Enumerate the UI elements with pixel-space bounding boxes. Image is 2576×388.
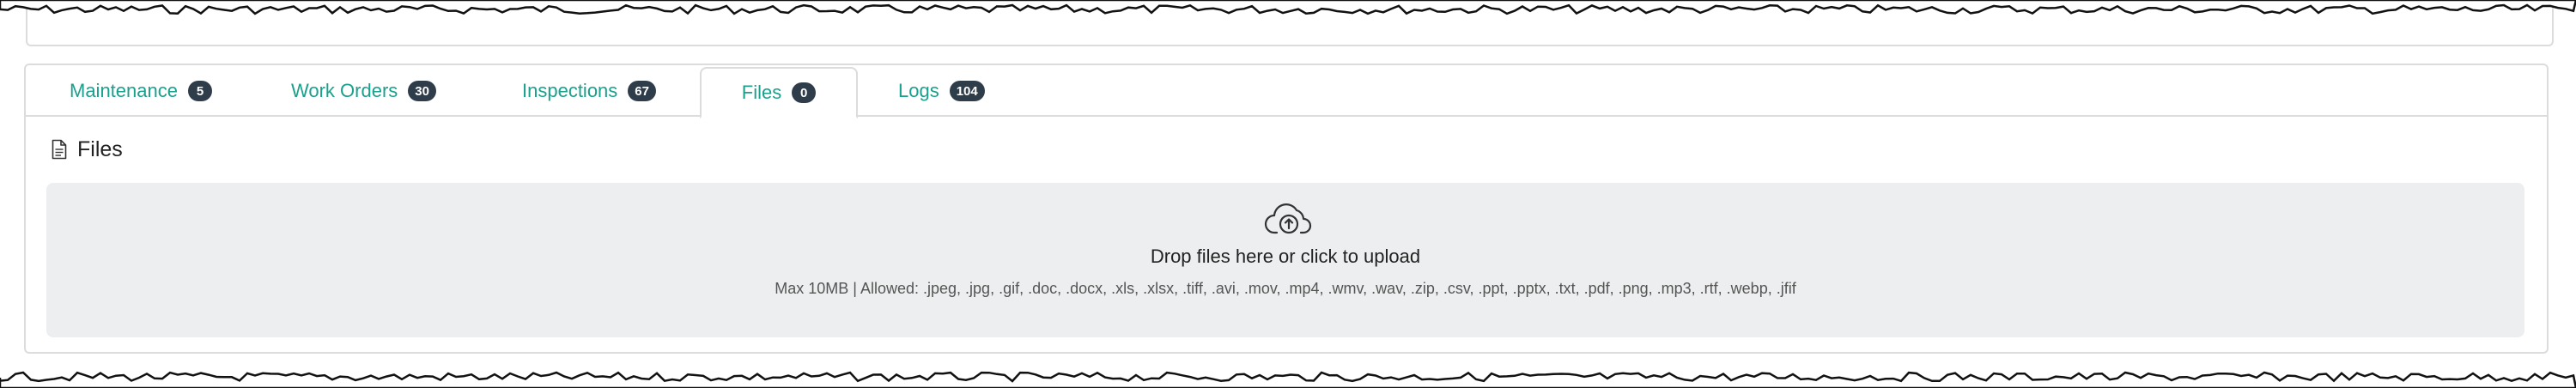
tab-label: Logs	[898, 80, 939, 101]
torn-edge-bottom	[0, 371, 2576, 388]
section-title: Files	[77, 136, 123, 161]
tab-files[interactable]: Files 0	[700, 67, 858, 118]
count-badge: 5	[187, 81, 212, 101]
files-card: Maintenance 5 Work Orders 30 Inspections…	[24, 64, 2549, 354]
count-badge: 67	[628, 81, 656, 101]
count-badge: 104	[949, 81, 985, 101]
tab-work-orders[interactable]: Work Orders 30	[291, 67, 436, 115]
tab-label: Inspections	[522, 80, 618, 101]
image-thumbnail	[1693, 0, 2535, 3]
cloud-upload-icon	[1264, 202, 1314, 236]
tab-inspections[interactable]: Inspections 67	[522, 67, 656, 115]
count-badge: 30	[408, 81, 436, 101]
tab-label: Maintenance	[70, 80, 178, 101]
file-dropzone[interactable]: Drop files here or click to upload Max 1…	[46, 183, 2524, 337]
tab-logs[interactable]: Logs 104	[898, 67, 985, 115]
tab-label: Files	[741, 82, 782, 103]
upper-card	[26, 0, 2554, 46]
count-badge: 0	[792, 82, 817, 103]
tab-label: Work Orders	[291, 80, 398, 101]
tab-bar: Maintenance 5 Work Orders 30 Inspections…	[26, 65, 2547, 118]
tab-maintenance[interactable]: Maintenance 5	[70, 67, 212, 115]
section-header: Files	[52, 134, 123, 165]
upload-title: Drop files here or click to upload	[1150, 246, 1421, 267]
file-icon	[52, 139, 67, 160]
upload-constraints: Max 10MB | Allowed: .jpeg, .jpg, .gif, .…	[775, 280, 1796, 297]
